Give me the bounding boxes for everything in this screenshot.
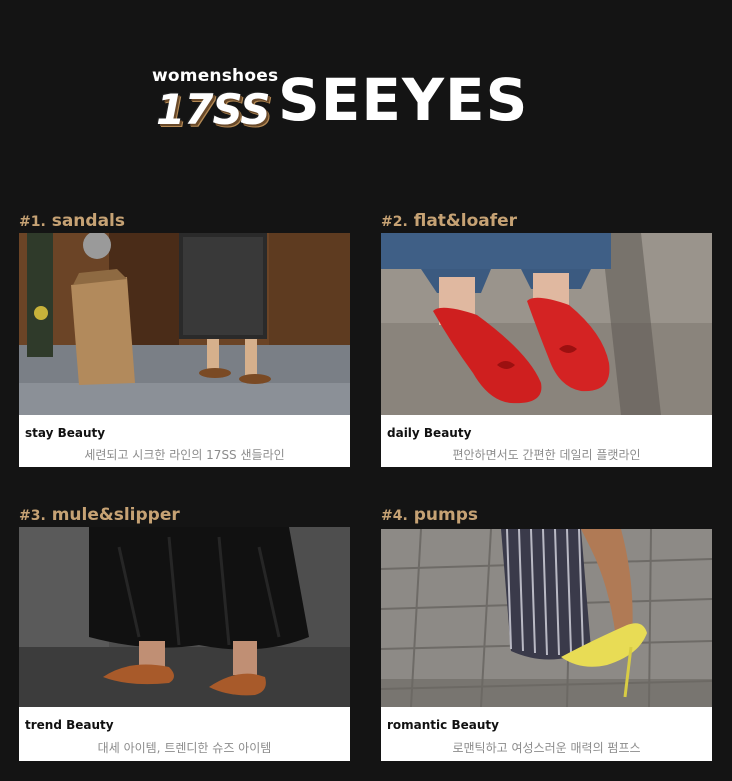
pumps-photo[interactable] bbox=[381, 529, 712, 707]
caption-title: trend Beauty bbox=[25, 718, 114, 732]
pumps-caption: romantic Beauty 로맨틱하고 여성스러운 매력의 펌프스 bbox=[381, 707, 712, 761]
caption-title: romantic Beauty bbox=[387, 718, 499, 732]
section-sandals[interactable]: #1. sandals stay Beauty 세련되고 시크한 라인의 17S… bbox=[19, 211, 350, 468]
caption-description: 대세 아이템, 트렌디한 슈즈 아이템 bbox=[97, 741, 272, 755]
section-title: #1. sandals bbox=[19, 211, 125, 231]
caption-description: 로맨틱하고 여성스러운 매력의 펌프스 bbox=[452, 741, 641, 755]
section-title: #2. flat&loafer bbox=[381, 211, 518, 231]
section-title: #3. mule&slipper bbox=[19, 505, 180, 525]
flat-loafer-photo[interactable] bbox=[381, 233, 712, 415]
mule-slipper-caption: trend Beauty 대세 아이템, 트렌디한 슈즈 아이템 bbox=[19, 707, 350, 761]
brand-subtitle: womenshoes bbox=[152, 66, 279, 86]
brand-name: SEEYES bbox=[278, 66, 529, 134]
mule-slipper-photo[interactable] bbox=[19, 527, 350, 707]
section-mule-slipper[interactable]: #3. mule&slipper trend Beauty 대세 아이템, 트렌… bbox=[19, 505, 350, 763]
sandals-caption: stay Beauty 세련되고 시크한 라인의 17SS 샌들라인 bbox=[19, 415, 350, 467]
section-title: #4. pumps bbox=[381, 505, 478, 525]
caption-title: daily Beauty bbox=[387, 426, 472, 440]
caption-description: 편안하면서도 간편한 데일리 플랫라인 bbox=[452, 448, 641, 462]
flat-loafer-caption: daily Beauty 편안하면서도 간편한 데일리 플랫라인 bbox=[381, 415, 712, 467]
caption-title: stay Beauty bbox=[25, 426, 106, 440]
caption-description: 세련되고 시크한 라인의 17SS 샌들라인 bbox=[84, 448, 285, 462]
brand-logo: womenshoes 17SS SEEYES bbox=[152, 66, 527, 146]
brand-number: 17SS bbox=[156, 85, 270, 134]
section-pumps[interactable]: #4. pumps romantic Beauty 로맨틱하고 여성스러운 매력… bbox=[381, 505, 712, 763]
sandals-photo[interactable] bbox=[19, 233, 350, 415]
section-flat-loafer[interactable]: #2. flat&loafer daily Beauty 편안하면서도 간편한 … bbox=[381, 211, 712, 468]
